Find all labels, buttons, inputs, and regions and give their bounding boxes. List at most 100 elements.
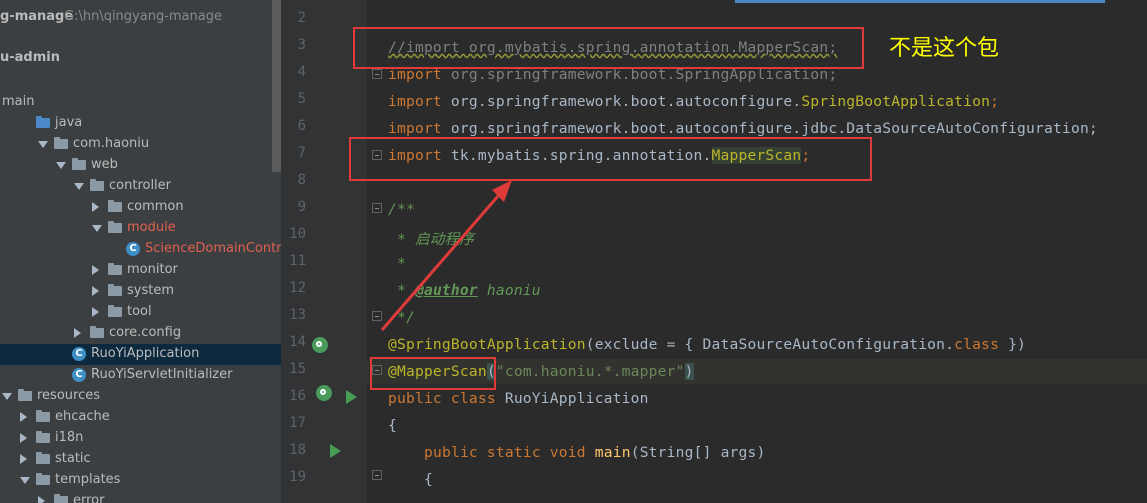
chevron-down-icon[interactable] (92, 225, 102, 232)
annotation: @SpringBootApplication (388, 336, 586, 353)
tree-item-com-haoniu[interactable]: com.haoniu (0, 134, 281, 155)
tree-item-label: com.haoniu (73, 136, 150, 151)
paren: ) (684, 363, 694, 380)
code-line-11[interactable]: * (388, 255, 406, 272)
chevron-right-icon[interactable] (74, 328, 81, 338)
tree-item-label: module (127, 220, 176, 235)
tree-item-java[interactable]: java (0, 113, 281, 134)
tree-item-static[interactable]: static (0, 449, 281, 470)
import-package: org.springframework.boot.autoconfigure. (441, 93, 802, 110)
code-line-19[interactable]: { (424, 471, 433, 488)
tree-item-label: core.config (109, 325, 182, 340)
tree-item-label: web (91, 157, 118, 172)
code-line-18[interactable]: public static void main(String[] args) (424, 444, 766, 461)
tree-item-resources[interactable]: resources (0, 386, 281, 407)
tree-item-module[interactable]: module (0, 218, 281, 239)
code-line-6[interactable]: import org.springframework.boot.autoconf… (388, 120, 1098, 137)
tree-item-system[interactable]: system (0, 281, 281, 302)
import-class: SpringBootApplication (801, 93, 991, 110)
folder-icon (108, 305, 122, 317)
doc-author: haoniu (477, 282, 541, 299)
keyword: public static void (424, 444, 586, 461)
annotation-args: (exclude = { DataSourceAutoConfiguration… (585, 336, 955, 353)
chevron-down-icon[interactable] (2, 393, 12, 400)
run-icon[interactable] (330, 444, 341, 458)
line-number: 14 (289, 334, 306, 350)
tree-item-label: RuoYiApplication (91, 346, 200, 361)
chevron-right-icon[interactable] (92, 265, 99, 275)
tree-item-core-config[interactable]: core.config (0, 323, 281, 344)
tree-item-common[interactable]: common (0, 197, 281, 218)
line-number: 17 (289, 415, 306, 431)
chevron-down-icon[interactable] (74, 183, 84, 190)
folder-icon (36, 452, 50, 464)
tree-item-main[interactable]: main (0, 92, 281, 113)
code-line-14[interactable]: @SpringBootApplication(exclude = { DataS… (388, 336, 1026, 353)
chevron-right-icon[interactable] (92, 286, 99, 296)
folder-icon (36, 473, 50, 485)
spring-bean-icon[interactable] (316, 385, 332, 401)
tree-item-tool[interactable]: tool (0, 302, 281, 323)
tree-item-label: java (55, 115, 83, 130)
code-line-17[interactable]: { (388, 417, 397, 434)
code-line-16[interactable]: public class RuoYiApplication (388, 390, 649, 407)
chevron-down-icon[interactable] (56, 162, 66, 169)
runnable-class-icon: C (72, 347, 86, 361)
chevron-right-icon[interactable] (92, 202, 99, 212)
chevron-right-icon[interactable] (20, 454, 27, 464)
project-tree-panel: g-manage G:\hn\qingyang-manage u-admin m… (0, 0, 281, 503)
red-box-wrong-import (353, 27, 864, 69)
tree-item-label: main (2, 94, 35, 109)
keyword: public class (388, 390, 496, 407)
spring-bean-icon[interactable] (312, 337, 328, 353)
tree-item-sciencedomaincontroller[interactable]: C ScienceDomainController (0, 239, 281, 260)
folder-icon (36, 116, 50, 128)
line-number: 6 (297, 118, 306, 134)
tree-item-ehcache[interactable]: ehcache (0, 407, 281, 428)
code-line-12[interactable]: * @author haoniu (388, 282, 541, 299)
chevron-right-icon[interactable] (20, 433, 27, 443)
tree-item-label: monitor (127, 262, 178, 277)
run-icon[interactable] (346, 390, 357, 404)
code-line-9[interactable]: /** (388, 201, 415, 218)
project-header[interactable]: g-manage G:\hn\qingyang-manage (0, 7, 281, 28)
chevron-right-icon[interactable] (20, 412, 27, 422)
fold-icon[interactable] (372, 311, 382, 321)
tree-item-templates[interactable]: templates (0, 470, 281, 491)
active-tab-indicator (735, 0, 1105, 3)
module-row[interactable]: u-admin (0, 48, 281, 69)
tree-item-label: RuoYiServletInitializer (91, 367, 233, 382)
tree-item-i18n[interactable]: i18n (0, 428, 281, 449)
tree-item-ruoyiapplication[interactable]: C RuoYiApplication (0, 344, 281, 365)
code-line-13[interactable]: */ (388, 309, 415, 326)
chevron-down-icon[interactable] (20, 477, 30, 484)
fold-icon[interactable] (372, 470, 382, 480)
tree-item-web[interactable]: web (0, 155, 281, 176)
doc-comment: */ (388, 309, 415, 326)
tree-item-label: common (127, 199, 184, 214)
import-path: org.springframework.boot.autoconfigure.j… (441, 120, 1098, 137)
red-box-correct-import (349, 137, 872, 181)
fold-icon[interactable] (372, 69, 382, 79)
folder-icon (54, 494, 68, 503)
code-line-5[interactable]: import org.springframework.boot.autoconf… (388, 93, 999, 110)
tree-item-monitor[interactable]: monitor (0, 260, 281, 281)
tree-item-label: error (73, 493, 105, 503)
line-number: 19 (289, 469, 306, 485)
line-number: 5 (297, 91, 306, 107)
tree-item-ruoyiservletinitializer[interactable]: C RuoYiServletInitializer (0, 365, 281, 386)
tree-item-controller[interactable]: controller (0, 176, 281, 197)
sidebar-scrollbar[interactable] (272, 0, 281, 172)
project-name: g-manage (0, 9, 74, 24)
tree-item-error[interactable]: error (0, 491, 281, 503)
line-number: 4 (297, 64, 306, 80)
chevron-down-icon[interactable] (38, 141, 48, 148)
fold-icon[interactable] (372, 203, 382, 213)
line-number: 3 (297, 37, 306, 53)
annotation-note: 不是这个包 (889, 36, 1000, 61)
doc-comment: * 启动程序 (388, 231, 475, 248)
chevron-right-icon[interactable] (92, 307, 99, 317)
line-number: 8 (297, 172, 306, 188)
code-line-10[interactable]: * 启动程序 (388, 228, 474, 249)
chevron-right-icon[interactable] (38, 496, 45, 503)
